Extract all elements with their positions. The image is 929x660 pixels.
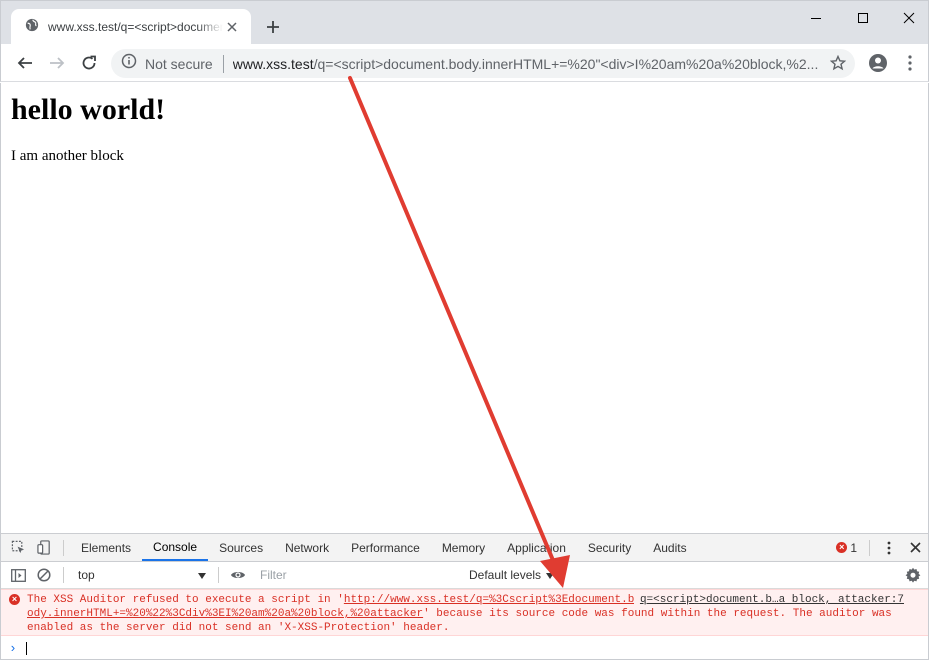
reload-icon[interactable]	[77, 51, 101, 75]
toolbar-divider	[63, 539, 64, 556]
toolbar-divider	[218, 567, 219, 583]
error-icon: ×	[9, 594, 20, 605]
tab-application[interactable]: Application	[496, 534, 577, 561]
error-count: 1	[850, 540, 857, 555]
close-window-icon[interactable]	[894, 7, 924, 29]
devtools-tab-bar: Elements Console Sources Network Perform…	[1, 534, 928, 562]
maximize-icon[interactable]	[848, 7, 878, 29]
devtools-menu-icon[interactable]	[876, 541, 902, 555]
url-path: /q=<script>document.body.innerHTML+=%20"…	[313, 55, 819, 72]
omnibox-divider	[222, 54, 224, 73]
tab-security[interactable]: Security	[577, 534, 642, 561]
tab-network[interactable]: Network	[274, 534, 340, 561]
context-select-value: top	[78, 568, 95, 582]
devtools-close-icon[interactable]	[902, 542, 928, 553]
log-levels-select[interactable]: Default levels	[469, 568, 555, 582]
dropdown-arrow-icon	[198, 568, 206, 582]
tab-performance[interactable]: Performance	[340, 534, 431, 561]
inspect-element-icon[interactable]	[5, 534, 31, 561]
tab-audits[interactable]: Audits	[642, 534, 697, 561]
context-select[interactable]: top	[72, 565, 212, 585]
clear-console-icon[interactable]	[31, 568, 57, 582]
console-settings-gear-icon[interactable]	[904, 566, 922, 584]
globe-icon	[25, 18, 39, 37]
toolbar-divider	[869, 539, 870, 556]
show-sidebar-icon[interactable]	[5, 568, 31, 582]
forward-arrow-icon[interactable]	[45, 51, 69, 75]
tab-title: www.xss.test/q=<script>document.body	[48, 20, 223, 34]
tab-sources[interactable]: Sources	[208, 534, 274, 561]
device-toolbar-icon[interactable]	[31, 534, 57, 561]
console-prompt-chevron: ›	[9, 640, 17, 656]
security-label[interactable]: Not secure	[145, 56, 213, 72]
url-text[interactable]: www.xss.test/q=<script>document.body.inn…	[233, 56, 823, 72]
error-url-link[interactable]: http://www.xss.test/q=%3Cscript%3Edocume…	[344, 594, 634, 606]
browser-menu-icon[interactable]	[899, 52, 921, 74]
url-host: www.xss.test	[232, 55, 314, 72]
error-line3: enabled as the server did not send an 'X…	[27, 622, 450, 634]
text-caret	[25, 641, 27, 655]
new-tab-icon[interactable]	[263, 17, 283, 37]
console-input-row[interactable]: ›	[1, 637, 928, 659]
tab-console[interactable]: Console	[142, 534, 209, 561]
browser-tab[interactable]: www.xss.test/q=<script>document.body	[11, 9, 251, 45]
dropdown-arrow-icon	[546, 568, 555, 582]
devtools-right-controls: × 1	[830, 534, 928, 561]
error-icon: ×	[836, 542, 848, 553]
page-viewport: hello world! I am another block	[0, 83, 929, 533]
live-expression-eye-icon[interactable]	[225, 569, 251, 581]
error-counter[interactable]: × 1	[830, 541, 863, 555]
tab-close-icon[interactable]	[223, 18, 241, 36]
bookmark-star-icon[interactable]	[829, 54, 847, 72]
info-icon[interactable]	[121, 53, 137, 74]
address-bar[interactable]: Not secure www.xss.test/q=<script>docume…	[111, 49, 855, 78]
browser-tab-strip: www.xss.test/q=<script>document.body	[0, 0, 929, 45]
error-line2-suffix: ' because its source code was found with…	[423, 608, 892, 620]
browser-toolbar: Not secure www.xss.test/q=<script>docume…	[0, 44, 929, 82]
devtools-panel: Elements Console Sources Network Perform…	[0, 533, 929, 660]
log-levels-value: Default levels	[469, 568, 542, 582]
error-url-link-continued[interactable]: ody.innerHTML+=%20%22%3Cdiv%3EI%20am%20a…	[27, 608, 423, 620]
account-icon[interactable]	[867, 52, 889, 74]
error-source-link[interactable]: q=<script>document.b…a block, attacker:7	[633, 593, 904, 607]
toolbar-divider	[63, 567, 64, 583]
back-arrow-icon[interactable]	[13, 51, 37, 75]
tab-elements[interactable]: Elements	[70, 534, 142, 561]
minimize-icon[interactable]	[801, 7, 831, 29]
page-paragraph: I am another block	[11, 148, 124, 164]
tab-memory[interactable]: Memory	[431, 534, 496, 561]
console-filter-input[interactable]: Filter	[255, 565, 459, 585]
console-error-message: × The XSS Auditor refused to execute a s…	[1, 589, 928, 636]
console-toolbar: top Filter Default levels	[1, 562, 928, 589]
error-line1-prefix: The XSS Auditor refused to execute a scr…	[27, 594, 344, 606]
page-heading: hello world!	[11, 93, 166, 126]
